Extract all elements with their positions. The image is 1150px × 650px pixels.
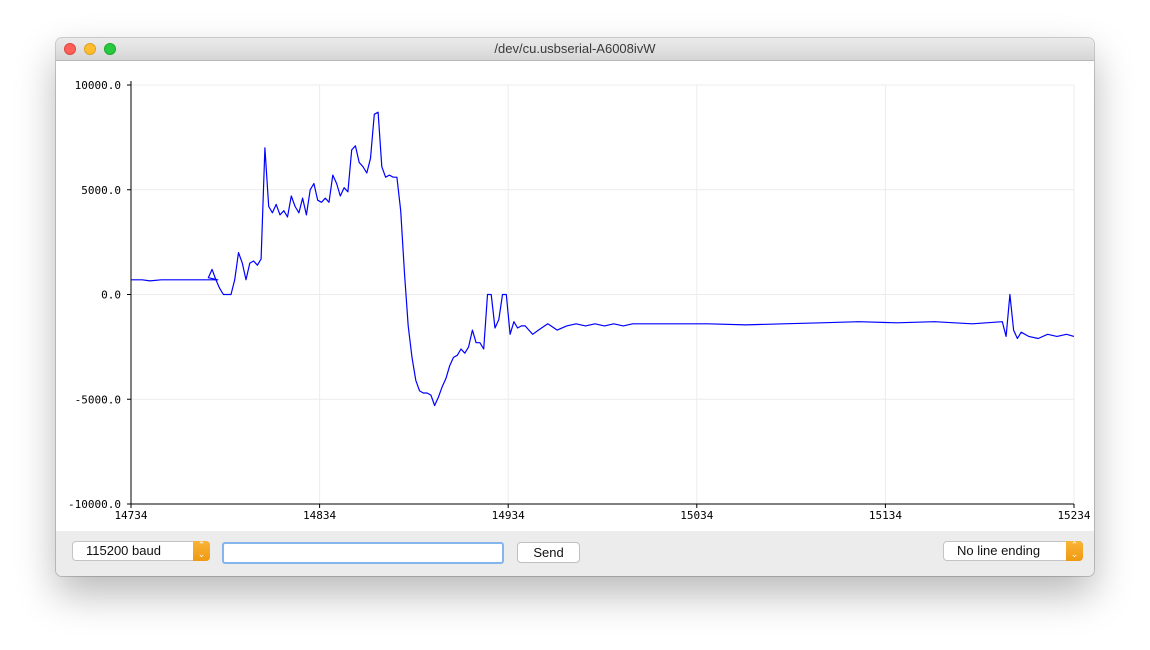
updown-chevron-icon[interactable]: ⌃ ⌄ [193, 541, 210, 561]
x-tick-label: 15134 [869, 509, 902, 522]
x-tick-label: 14834 [303, 509, 336, 522]
serial-plotter-window: /dev/cu.usbserial-A6008ivW 10000.0 5000.0… [56, 38, 1094, 576]
y-tick-label: 5000.0 [81, 184, 121, 197]
window-title: /dev/cu.usbserial-A6008ivW [494, 41, 656, 56]
line-ending-select[interactable]: No line ending ⌃ ⌄ [943, 541, 1083, 561]
baud-rate-select[interactable]: 115200 baud ⌃ ⌄ [72, 541, 210, 561]
baud-rate-value: 115200 baud [86, 543, 161, 558]
title-bar[interactable]: /dev/cu.usbserial-A6008ivW [56, 38, 1094, 61]
y-tick-label: 0.0 [101, 289, 121, 302]
plot-area: 10000.0 5000.0 0.0 -5000.0 -10000.0 14734 1483… [56, 61, 1094, 531]
x-tick-label: 15234 [1057, 509, 1090, 522]
updown-chevron-icon[interactable]: ⌃ ⌄ [1066, 541, 1083, 561]
x-tick-label: 15034 [680, 509, 713, 522]
series-line [131, 111, 1075, 407]
send-button[interactable]: Send [517, 542, 580, 563]
y-tick-label: -5000.0 [75, 393, 121, 406]
x-tick-label: 14934 [492, 509, 525, 522]
y-tick-label: 10000.0 [75, 79, 121, 92]
serial-plot: 10000.0 5000.0 0.0 -5000.0 -10000.014734 1483… [68, 79, 1091, 522]
y-tick-label: -10000.0 [68, 498, 121, 511]
line-ending-value: No line ending [957, 543, 1041, 558]
serial-message-input[interactable] [222, 542, 504, 564]
bottom-toolbar: 115200 baud ⌃ ⌄ Send No line ending ⌃ ⌄ [56, 531, 1094, 576]
x-tick-label: 14734 [114, 509, 147, 522]
